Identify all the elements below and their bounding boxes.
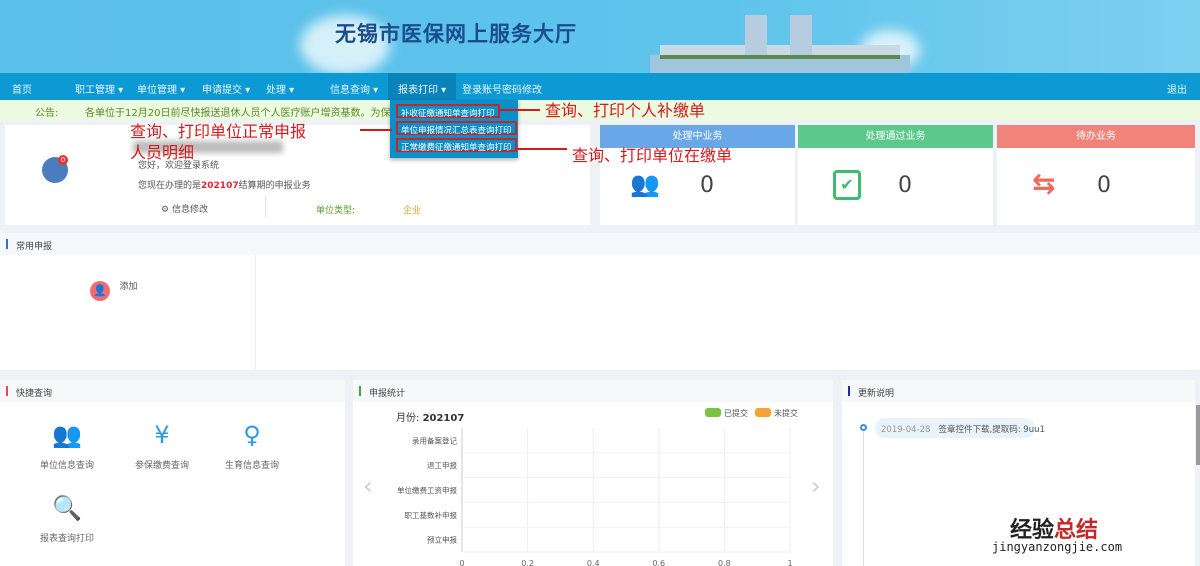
group-icon: 👥 — [52, 421, 82, 449]
card-title: 待办业务 — [997, 125, 1195, 148]
x-tick-label: 0.8 — [718, 559, 731, 566]
nav-info-query[interactable]: 信息查询 ▾ — [330, 81, 378, 96]
quick-report-print[interactable]: 🔍 报表查询打印 — [22, 493, 112, 544]
notice-label: 公告: — [35, 108, 59, 119]
annotation-1: 查询、打印个人补缴单 — [545, 101, 706, 120]
main-nav: 首页 职工管理 ▾ 单位管理 ▾ 申请提交 ▾ 处理 ▾ 信息查询 ▾ 报表打印… — [0, 73, 1200, 100]
card-title: 处理通过业务 — [798, 125, 993, 148]
section-header: 申报统计 — [353, 380, 833, 402]
y-tick-label: 职工基数补申报 — [405, 510, 458, 520]
site-title: 无锡市医保网上服务大厅 — [335, 21, 577, 46]
nav-report-print[interactable]: 报表打印 ▾ — [398, 81, 446, 96]
divider — [255, 255, 256, 370]
x-tick-label: 0.2 — [521, 559, 534, 566]
y-tick-label: 单位缴费工资申报 — [397, 485, 457, 495]
header-banner: 无锡市医保网上服务大厅 — [0, 0, 1200, 75]
unit-type-label: 单位类型: — [316, 206, 356, 216]
x-tick-label: 0.4 — [587, 559, 600, 566]
card-approved[interactable]: 处理通过业务 ✔ 0 — [798, 125, 993, 225]
legend-label: 已提交 — [724, 408, 748, 418]
menu-item-supplement-notice[interactable]: 补收征缴通知单查询打印 — [396, 104, 500, 119]
legend-swatch — [705, 408, 721, 417]
section-title: 常用申报 — [16, 242, 53, 252]
y-tick-label: 录用备案登记 — [412, 435, 457, 445]
nav-home[interactable]: 首页 — [12, 81, 32, 96]
y-tick-label: 退工申报 — [427, 460, 457, 470]
stats-panel: 申报统计 月份: 202107 ‹ › 0 0.2 0.4 0.6 0.8 1 录用备案登记… — [353, 380, 833, 566]
period-text: 您现在办理的是202107结算期的申报业务 — [138, 181, 311, 191]
nav-staff[interactable]: 职工管理 ▾ — [75, 81, 123, 96]
annotation-3: 查询、打印单位在缴单 — [572, 146, 733, 165]
menu-item-normal-notice[interactable]: 正常缴费征缴通知单查询打印 — [396, 138, 517, 153]
nav-unit[interactable]: 单位管理 ▾ — [137, 81, 185, 96]
section-title: 更新说明 — [858, 389, 895, 399]
unit-type-value: 企业 — [403, 206, 422, 216]
watermark-url: jingyanzongjie.com — [992, 540, 1123, 554]
quick-payment[interactable]: ¥ 参保缴费查询 — [117, 420, 207, 471]
card-count: 0 — [700, 173, 714, 198]
section-header: 常用申报 — [0, 233, 1200, 255]
scrollbar[interactable] — [1196, 405, 1200, 465]
transfer-icon: ⇆ — [1032, 167, 1056, 200]
quick-unit-info[interactable]: 👥 单位信息查询 — [22, 420, 112, 471]
nav-password[interactable]: 登录账号密码修改 — [462, 81, 542, 96]
add-button[interactable]: 👤 添加 — [90, 279, 138, 301]
annotation-2b: 人员明细 — [130, 143, 195, 162]
legend-swatch — [755, 408, 771, 417]
section-title: 申报统计 — [369, 389, 406, 399]
y-tick-label: 预立申报 — [427, 535, 457, 545]
add-user-icon: 👤 — [90, 281, 110, 301]
timeline-line — [863, 425, 864, 566]
section-header: 更新说明 — [842, 380, 1195, 402]
common-section: 常用申报 👤 添加 — [0, 233, 1200, 370]
yuan-search-icon: ¥ — [154, 421, 170, 449]
x-tick-label: 1 — [787, 559, 792, 566]
report-print-dropdown: 补收征缴通知单查询打印 单位申报情况汇总表查询打印 正常缴费征缴通知单查询打印 — [390, 100, 518, 158]
nav-process[interactable]: 处理 ▾ — [266, 81, 294, 96]
divider — [265, 195, 266, 217]
section-title: 快捷查询 — [16, 389, 53, 399]
x-tick-label: 0.6 — [652, 559, 665, 566]
annotation-arrow — [360, 129, 392, 131]
card-todo[interactable]: 待办业务 ⇆ 0 — [997, 125, 1195, 225]
legend-label: 未提交 — [774, 408, 798, 418]
notice-text[interactable]: 各单位于12月20日前尽快报送退休人员个人医疗账户增资基数。为保障社 — [85, 104, 410, 119]
edit-info-link[interactable]: ⚙ 信息修改 — [161, 202, 208, 215]
x-tick-label: 0 — [459, 559, 464, 566]
annotation-arrow — [515, 148, 567, 150]
notification-badge[interactable]: 0 — [58, 155, 68, 165]
annotation-arrow — [500, 109, 540, 111]
bar-chart: 0 0.2 0.4 0.6 0.8 1 录用备案登记退工申报单位缴费工资申报职工基数补申报预… — [397, 408, 798, 566]
logout-button[interactable]: 退出 — [1167, 81, 1187, 96]
card-processing[interactable]: 处理中业务 👥 0 — [600, 125, 795, 225]
avatar-panel: 0 — [5, 125, 113, 225]
users-icon: 👥 — [630, 170, 660, 198]
timeline-dot-icon — [860, 424, 867, 431]
quick-query-panel: 快捷查询 👥 单位信息查询 ¥ 参保缴费查询 ♀ 生育信息查询 🔍 报表查询打印 — [0, 380, 345, 566]
quick-maternity[interactable]: ♀ 生育信息查询 — [207, 420, 297, 471]
update-item[interactable]: 2019-04-28 签章控件下载,提取码: 9uu1 — [875, 418, 1045, 438]
section-header: 快捷查询 — [0, 380, 345, 402]
menu-item-unit-summary[interactable]: 单位申报情况汇总表查询打印 — [396, 121, 517, 136]
report-search-icon: 🔍 — [52, 494, 82, 522]
nav-apply[interactable]: 申请提交 ▾ — [202, 81, 250, 96]
add-label: 添加 — [119, 282, 138, 292]
period-value: 202107 — [201, 181, 239, 191]
approved-doc-icon: ✔ — [833, 170, 861, 200]
pregnant-icon: ♀ — [243, 421, 261, 449]
card-count: 0 — [898, 173, 912, 198]
card-count: 0 — [1097, 173, 1111, 198]
gear-icon: ⚙ — [161, 205, 170, 215]
building-image — [650, 15, 910, 73]
